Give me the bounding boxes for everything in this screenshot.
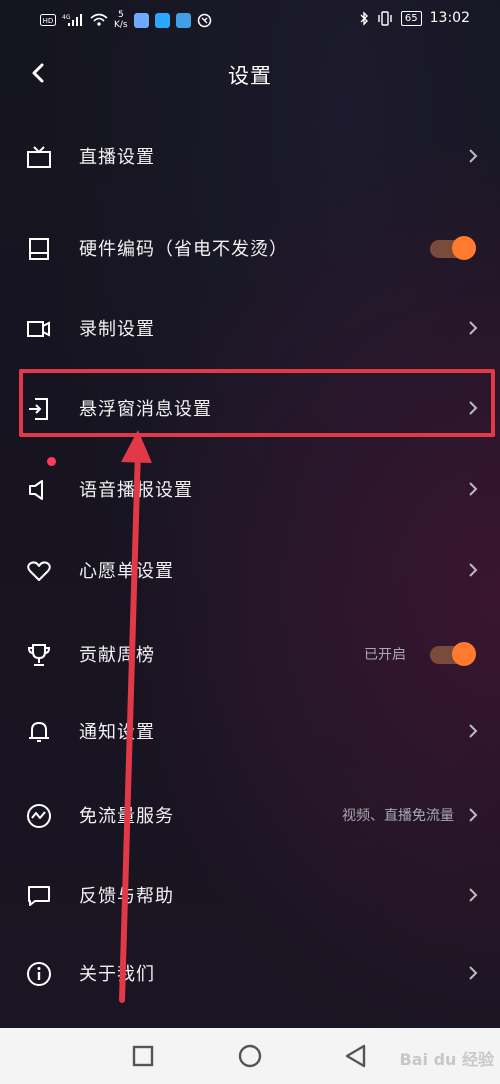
settings-row-live[interactable]: 直播设置 xyxy=(0,126,500,186)
chevron-right-icon xyxy=(469,888,478,902)
toggle-knob xyxy=(452,642,476,666)
battery-indicator: 65 xyxy=(400,10,422,26)
network-speed-unit: K/s xyxy=(114,20,128,30)
chevron-right-icon xyxy=(469,149,478,163)
settings-row-label: 免流量服务 xyxy=(79,806,174,827)
vibrate-icon xyxy=(378,10,392,26)
network-speed-value: 5 xyxy=(117,10,124,20)
settings-row-label: 心愿单设置 xyxy=(79,561,174,582)
speaker-icon xyxy=(29,480,43,500)
tv-icon xyxy=(27,146,51,168)
page-title: 设置 xyxy=(228,64,272,88)
chevron-right-icon xyxy=(469,482,478,496)
app-notification-icon xyxy=(133,12,149,28)
info-icon xyxy=(27,962,51,986)
settings-row-label: 语音播报设置 xyxy=(79,480,193,501)
chevron-right-icon xyxy=(469,966,478,980)
bulb-notification-icon xyxy=(154,12,170,28)
settings-row-about[interactable]: 关于我们 xyxy=(0,943,500,1003)
chevron-right-icon xyxy=(469,321,478,335)
back-button[interactable] xyxy=(342,1042,370,1070)
chevron-right-icon xyxy=(469,563,478,577)
settings-row-label: 录制设置 xyxy=(79,319,155,340)
4g-signal-icon: 4G xyxy=(62,14,82,26)
bluetooth-icon xyxy=(360,10,368,26)
settings-row-label: 直播设置 xyxy=(79,147,155,168)
heart-icon xyxy=(27,561,51,581)
home-button[interactable] xyxy=(236,1042,264,1070)
header: 设置 xyxy=(0,44,500,104)
settings-row-label: 反馈与帮助 xyxy=(79,886,174,907)
hardware-icon xyxy=(29,238,49,260)
settings-row-feedback[interactable]: 反馈与帮助 xyxy=(0,865,500,925)
settings-row-wishlist[interactable]: 心愿单设置 xyxy=(0,540,500,600)
status-text: 视频、直播免流量 xyxy=(342,808,454,824)
feedback-icon xyxy=(28,886,50,906)
bell-icon xyxy=(29,722,49,742)
data-wave-icon xyxy=(27,804,51,828)
clock: 13:02 xyxy=(429,10,470,26)
hardware-encoding-toggle[interactable] xyxy=(428,234,476,262)
hd-icon: HD xyxy=(40,14,56,26)
system-nav-bar: Bai du 经验 xyxy=(0,1028,500,1084)
settings-row-label: 通知设置 xyxy=(79,722,155,743)
recent-apps-button[interactable] xyxy=(129,1042,157,1070)
browser-notification-icon xyxy=(175,12,191,28)
settings-row-label: 硬件编码（省电不发烫） xyxy=(79,239,288,260)
settings-row-hardware-encoding: 硬件编码（省电不发烫） xyxy=(0,218,500,278)
settings-row-data-free[interactable]: 免流量服务 视频、直播免流量 xyxy=(0,785,500,845)
svg-text:HD: HD xyxy=(43,17,54,25)
settings-row-voice-broadcast[interactable]: 语音播报设置 xyxy=(0,457,500,519)
camera-icon xyxy=(27,321,50,337)
settings-row-label: 关于我们 xyxy=(79,964,155,985)
chevron-right-icon xyxy=(469,724,478,738)
watermark: Bai du 经验 xyxy=(399,1050,494,1069)
settings-row-weekly-ranking: 贡献周榜 已开启 xyxy=(0,624,500,684)
toggle-knob xyxy=(452,236,476,260)
settings-row-label: 贡献周榜 xyxy=(79,645,155,666)
highlight-box xyxy=(19,369,495,437)
new-badge-dot xyxy=(47,457,56,466)
settings-row-notification[interactable]: 通知设置 xyxy=(0,701,500,761)
svg-text:4G: 4G xyxy=(62,14,71,21)
chevron-right-icon xyxy=(469,808,478,822)
vpn-icon xyxy=(197,13,211,27)
status-bar: HD 4G 5 K/s 65 13:02 xyxy=(0,0,500,40)
weekly-ranking-toggle[interactable] xyxy=(428,640,476,668)
settings-row-recording[interactable]: 录制设置 xyxy=(0,298,500,358)
trophy-icon xyxy=(27,644,51,666)
status-text: 已开启 xyxy=(364,647,406,663)
wifi-icon xyxy=(90,13,108,26)
